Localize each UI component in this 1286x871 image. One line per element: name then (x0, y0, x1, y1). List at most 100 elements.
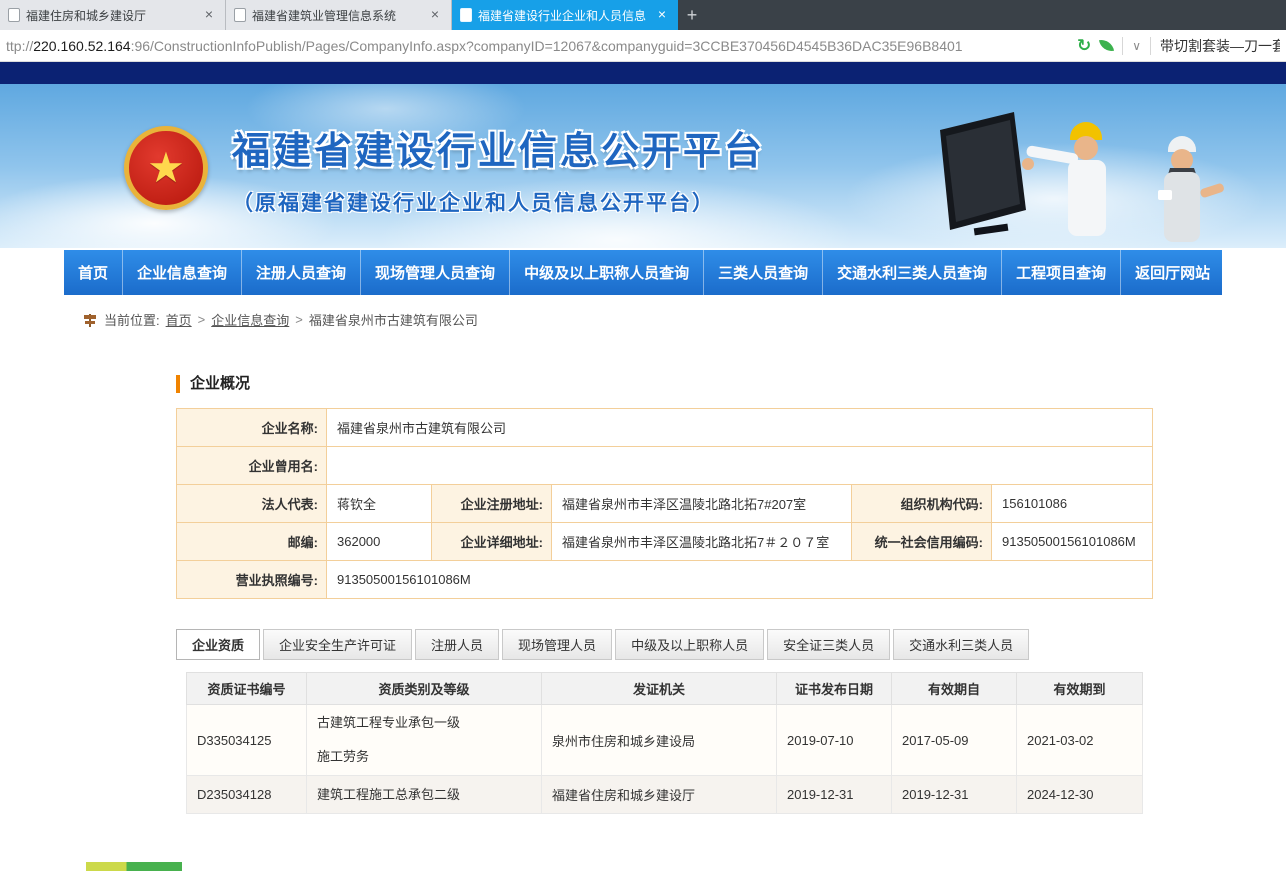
legal-rep-label: 法人代表: (177, 485, 327, 523)
company-info-table: 企业名称: 福建省泉州市古建筑有限公司 企业曾用名: 法人代表: 蒋钦全 企业注… (176, 408, 1153, 599)
star-icon: ★ (147, 147, 185, 189)
site-subtitle: （原福建省建设行业企业和人员信息公开平台） (232, 187, 765, 217)
national-emblem-logo: ★ (124, 126, 208, 210)
url-path: :96/ConstructionInfoPublish/Pages/Compan… (131, 38, 963, 54)
page-favicon (8, 8, 20, 22)
col-header-valid-to: 有效期到 (1017, 673, 1143, 705)
cert-no-cell: D335034125 (187, 705, 307, 776)
url-host: 220.160.52.164 (33, 38, 130, 54)
new-tab-icon[interactable]: + (678, 0, 706, 30)
browser-tab-title: 福建省建设行业企业和人员信息 (478, 7, 648, 24)
table-row: 企业名称: 福建省泉州市古建筑有限公司 (177, 409, 1153, 447)
publish-date-cell: 2019-07-10 (777, 705, 892, 776)
credit-code-label: 统一社会信用编码: (852, 523, 992, 561)
legal-rep-value: 蒋钦全 (327, 485, 432, 523)
breadcrumb-home-link[interactable]: 首页 (166, 310, 192, 329)
company-name-value: 福建省泉州市古建筑有限公司 (327, 409, 1153, 447)
col-header-category: 资质类别及等级 (307, 673, 542, 705)
page-favicon (234, 8, 246, 22)
valid-from-cell: 2019-12-31 (892, 776, 1017, 814)
col-header-cert-no: 资质证书编号 (187, 673, 307, 705)
browser-tab-bar: 福建住房和城乡建设厅 × 福建省建筑业管理信息系统 × 福建省建设行业企业和人员… (0, 0, 1286, 30)
breadcrumb-separator: > (198, 312, 206, 327)
valid-to-cell: 2024-12-30 (1017, 776, 1143, 814)
table-row: 邮编: 362000 企业详细地址: 福建省泉州市丰泽区温陵北路北拓7＃２０７室… (177, 523, 1153, 561)
breadcrumb-separator: > (295, 312, 303, 327)
tab-safety-production-license[interactable]: 企业安全生产许可证 (263, 629, 412, 660)
category-cell: 古建筑工程专业承包一级 施工劳务 (307, 705, 542, 776)
signpost-icon (82, 312, 98, 328)
close-icon[interactable]: × (427, 7, 443, 23)
browser-tab-title: 福建住房和城乡建设厅 (26, 7, 195, 24)
section-title-company-overview: 企业概况 (176, 375, 1222, 393)
org-code-value: 156101086 (992, 485, 1153, 523)
detail-address-label: 企业详细地址: (432, 523, 552, 561)
nav-item-transport-water-three-types[interactable]: 交通水利三类人员查询 (823, 250, 1002, 295)
nav-item-three-types[interactable]: 三类人员查询 (704, 250, 823, 295)
category-line: 施工劳务 (317, 748, 531, 766)
toolbar-divider (1122, 37, 1123, 55)
cert-no-cell: D235034128 (187, 776, 307, 814)
nav-item-mid-title-personnel[interactable]: 中级及以上职称人员查询 (510, 250, 704, 295)
nav-item-registered-personnel[interactable]: 注册人员查询 (242, 250, 361, 295)
license-no-value: 91350500156101086M (327, 561, 1153, 599)
nav-item-home[interactable]: 首页 (64, 250, 123, 295)
license-no-label: 营业执照编号: (177, 561, 327, 599)
authority-cell: 福建省住房和城乡建设厅 (542, 776, 777, 814)
col-header-valid-from: 有效期自 (892, 673, 1017, 705)
valid-from-cell: 2017-05-09 (892, 705, 1017, 776)
registered-address-label: 企业注册地址: (432, 485, 552, 523)
registered-address-value: 福建省泉州市丰泽区温陵北路北拓7#207室 (552, 485, 852, 523)
detail-tabs: 企业资质 企业安全生产许可证 注册人员 现场管理人员 中级及以上职称人员 安全证… (176, 629, 1222, 660)
close-icon[interactable]: × (201, 7, 217, 23)
chevron-down-icon[interactable]: ∨ (1132, 39, 1141, 53)
url-scheme: ttp:// (6, 38, 33, 54)
floating-widget-partial[interactable] (86, 862, 182, 871)
nav-item-back-to-site[interactable]: 返回厅网站 (1121, 250, 1224, 295)
breadcrumb-company-query-link[interactable]: 企业信息查询 (211, 310, 289, 329)
nav-item-project-query[interactable]: 工程项目查询 (1002, 250, 1121, 295)
tab-registered-personnel[interactable]: 注册人员 (415, 629, 499, 660)
tab-transport-water-three-types[interactable]: 交通水利三类人员 (893, 629, 1029, 660)
bookmark-label[interactable]: 带切割套装—刀一套 (1160, 36, 1280, 56)
org-code-label: 组织机构代码: (852, 485, 992, 523)
nav-item-site-managers[interactable]: 现场管理人员查询 (361, 250, 510, 295)
browser-tab-1[interactable]: 福建住房和城乡建设厅 × (0, 0, 226, 30)
category-line: 建筑工程施工总承包二级 (317, 786, 531, 804)
top-navy-strip (0, 62, 1286, 84)
table-row: D235034128 建筑工程施工总承包二级 福建省住房和城乡建设厅 2019-… (187, 776, 1143, 814)
breadcrumb-label: 当前位置: (104, 310, 160, 329)
qualification-table: 资质证书编号 资质类别及等级 发证机关 证书发布日期 有效期自 有效期到 D33… (186, 672, 1143, 814)
site-title: 福建省建设行业信息公开平台 (232, 120, 765, 175)
browser-tab-3-active[interactable]: 福建省建设行业企业和人员信息 × (452, 0, 678, 30)
url-text[interactable]: ttp://220.160.52.164:96/ConstructionInfo… (6, 38, 1067, 54)
breadcrumb: 当前位置: 首页 > 企业信息查询 > 福建省泉州市古建筑有限公司 (64, 295, 1222, 341)
company-name-label: 企业名称: (177, 409, 327, 447)
browser-tab-title: 福建省建筑业管理信息系统 (252, 7, 421, 24)
leaf-extension-icon[interactable] (1099, 38, 1114, 53)
tab-mid-title-personnel[interactable]: 中级及以上职称人员 (615, 629, 764, 660)
site-titles: 福建省建设行业信息公开平台 （原福建省建设行业企业和人员信息公开平台） (232, 120, 765, 217)
table-row: 企业曾用名: (177, 447, 1153, 485)
publish-date-cell: 2019-12-31 (777, 776, 892, 814)
tab-site-managers[interactable]: 现场管理人员 (502, 629, 612, 660)
tab-safety-cert-three-types[interactable]: 安全证三类人员 (767, 629, 890, 660)
category-line: 古建筑工程专业承包一级 (317, 714, 531, 732)
category-cell: 建筑工程施工总承包二级 (307, 776, 542, 814)
former-name-label: 企业曾用名: (177, 447, 327, 485)
valid-to-cell: 2021-03-02 (1017, 705, 1143, 776)
close-icon[interactable]: × (654, 7, 670, 23)
construction-workers-illustration (922, 98, 1252, 248)
tab-company-qualification[interactable]: 企业资质 (176, 629, 260, 660)
former-name-value (327, 447, 1153, 485)
address-bar[interactable]: ttp://220.160.52.164:96/ConstructionInfo… (0, 30, 1286, 62)
nav-item-company-query[interactable]: 企业信息查询 (123, 250, 242, 295)
table-row: 营业执照编号: 91350500156101086M (177, 561, 1153, 599)
refresh-extension-icon[interactable]: ↻ (1077, 36, 1091, 56)
detail-address-value: 福建省泉州市丰泽区温陵北路北拓7＃２０７室 (552, 523, 852, 561)
zip-value: 362000 (327, 523, 432, 561)
col-header-publish-date: 证书发布日期 (777, 673, 892, 705)
table-row: 法人代表: 蒋钦全 企业注册地址: 福建省泉州市丰泽区温陵北路北拓7#207室 … (177, 485, 1153, 523)
browser-tab-2[interactable]: 福建省建筑业管理信息系统 × (226, 0, 452, 30)
breadcrumb-current-page: 福建省泉州市古建筑有限公司 (309, 310, 478, 329)
